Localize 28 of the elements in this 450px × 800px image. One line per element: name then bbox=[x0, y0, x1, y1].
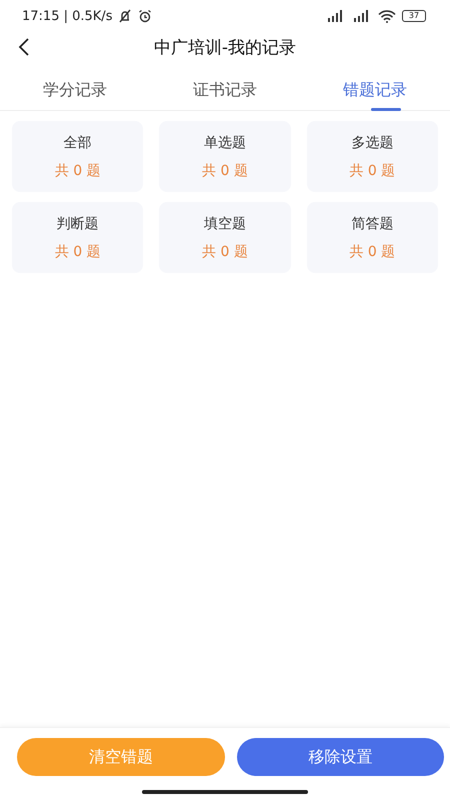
category-name: 单选题 bbox=[204, 134, 246, 152]
category-card[interactable]: 简答题 共 0 题 bbox=[306, 202, 438, 273]
category-card[interactable]: 多选题 共 0 题 bbox=[306, 121, 438, 192]
question-count: 共 0 题 bbox=[202, 242, 248, 260]
question-count: 共 0 题 bbox=[54, 242, 101, 260]
tab[interactable]: 证书记录 bbox=[150, 70, 300, 110]
remove-button[interactable]: 移除设置 bbox=[236, 738, 444, 776]
category-card[interactable]: 单选题 共 0 题 bbox=[159, 121, 291, 192]
question-count: 共 0 题 bbox=[349, 162, 396, 180]
category-name: 填空题 bbox=[204, 214, 246, 232]
battery-icon: 37 bbox=[402, 10, 426, 22]
category-card[interactable]: 全部 共 0 题 bbox=[12, 121, 144, 192]
tab[interactable]: 学分记录 bbox=[0, 70, 150, 110]
wifi-icon bbox=[378, 10, 396, 22]
category-card[interactable]: 判断题 共 0 题 bbox=[12, 202, 144, 273]
status-time: 17:15 | 0.5K/s bbox=[22, 8, 112, 24]
category-name: 全部 bbox=[64, 134, 92, 152]
alarm-icon bbox=[138, 9, 152, 23]
category-name: 简答题 bbox=[351, 214, 394, 232]
page-title: 中广培训-我的记录 bbox=[154, 36, 296, 58]
tab[interactable]: 错题记录 bbox=[300, 70, 450, 110]
category-card[interactable]: 填空题 共 0 题 bbox=[159, 202, 291, 273]
bell-muted-icon bbox=[118, 9, 132, 23]
question-count: 共 0 题 bbox=[202, 162, 248, 180]
question-count: 共 0 题 bbox=[54, 162, 101, 180]
category-name: 多选题 bbox=[351, 134, 394, 152]
category-name: 判断题 bbox=[56, 214, 99, 232]
question-count: 共 0 题 bbox=[349, 242, 396, 260]
